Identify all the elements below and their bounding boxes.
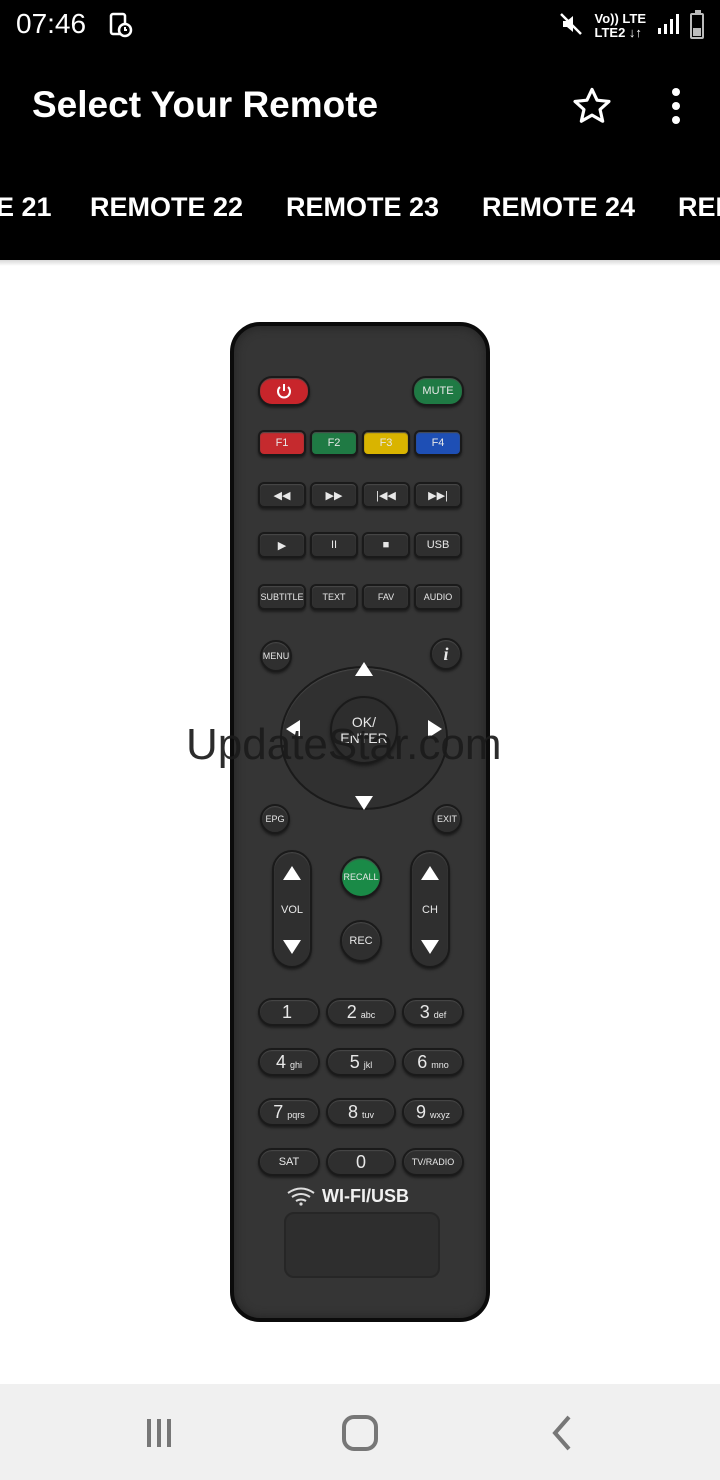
sat-button[interactable]: SAT [258, 1148, 320, 1176]
exit-button[interactable]: EXIT [432, 804, 462, 834]
play-button[interactable]: ▶ [258, 532, 306, 558]
back-icon [552, 1415, 571, 1451]
menu-button[interactable]: MENU [260, 640, 292, 672]
f2-button[interactable]: F2 [310, 430, 358, 456]
power-icon [277, 384, 291, 399]
network-label: Vo)) LTE LTE2 ↓↑ [594, 11, 646, 40]
num-8-button[interactable]: 8 tuv [326, 1098, 396, 1126]
star-outline-icon [573, 87, 611, 123]
dpad-down-icon[interactable] [355, 796, 373, 810]
previous-button[interactable]: |◀◀ [362, 482, 410, 508]
wifi-icon [287, 1187, 315, 1206]
pause-button[interactable]: II [310, 532, 358, 558]
usb-button[interactable]: USB [414, 532, 462, 558]
text-button[interactable]: TEXT [310, 584, 358, 610]
subtitle-button[interactable]: SUBTITLE [258, 584, 306, 610]
fav-button[interactable]: FAV [362, 584, 410, 610]
next-button[interactable]: ▶▶| [414, 482, 462, 508]
app-bar: Select Your Remote [0, 52, 720, 158]
remote-tabs: E 21 REMOTE 22 REMOTE 23 REMOTE 24 REM [0, 158, 720, 260]
wifi-usb-label: WI-FI/USB [286, 1184, 466, 1208]
num-6-button[interactable]: 6 mno [402, 1048, 464, 1076]
home-button[interactable] [335, 1408, 385, 1458]
overflow-menu-button[interactable] [656, 82, 696, 130]
num-4-button[interactable]: 4 ghi [258, 1048, 320, 1076]
recent-apps-button[interactable] [134, 1408, 184, 1458]
page-title: Select Your Remote [32, 84, 379, 125]
recall-button[interactable]: RECALL [340, 856, 382, 898]
remote-image: MUTE F1 F2 F3 F4 ◀◀ ▶▶ |◀◀ ▶▶| ▶ II ■ US… [230, 322, 490, 1322]
fast-forward-button[interactable]: ▶▶ [310, 482, 358, 508]
info-button[interactable]: i [430, 638, 462, 670]
status-bar: 07:46 Vo)) LTE LTE2 ↓↑ [0, 0, 720, 52]
favorite-button[interactable] [568, 82, 616, 130]
num-9-button[interactable]: 9 wxyz [402, 1098, 464, 1126]
channel-down-icon[interactable] [421, 940, 439, 954]
dpad-up-icon[interactable] [355, 662, 373, 676]
tab-remote-22[interactable]: REMOTE 22 [90, 192, 243, 223]
tab-remote-21[interactable]: E 21 [0, 192, 52, 223]
num-7-button[interactable]: 7 pqrs [258, 1098, 320, 1126]
epg-button[interactable]: EPG [260, 804, 290, 834]
status-time: 07:46 [16, 8, 87, 39]
tab-remote-25[interactable]: REM [678, 192, 720, 223]
volume-up-icon[interactable] [283, 866, 301, 880]
tv-radio-button[interactable]: TV/RADIO [402, 1148, 464, 1176]
recent-apps-icon [147, 1419, 171, 1447]
channel-rocker: CH [410, 850, 450, 968]
signal-icon [656, 12, 680, 41]
tab-remote-23[interactable]: REMOTE 23 [286, 192, 439, 223]
channel-label: CH [422, 904, 438, 916]
app-notification-icon [108, 12, 134, 38]
more-vert-icon [672, 88, 680, 124]
num-2-button[interactable]: 2 abc [326, 998, 396, 1026]
f3-button[interactable]: F3 [362, 430, 410, 456]
stop-button[interactable]: ■ [362, 532, 410, 558]
volume-label: VOL [280, 904, 303, 916]
power-button[interactable] [258, 376, 310, 406]
mute-icon [558, 11, 584, 42]
f1-button[interactable]: F1 [258, 430, 306, 456]
num-1-button[interactable]: 1 [258, 998, 320, 1026]
volume-down-icon[interactable] [283, 940, 301, 954]
channel-up-icon[interactable] [421, 866, 439, 880]
home-icon [342, 1415, 378, 1451]
back-button[interactable] [538, 1408, 588, 1458]
ir-window [284, 1212, 440, 1278]
num-5-button[interactable]: 5 jkl [326, 1048, 396, 1076]
navigation-bar [0, 1384, 720, 1480]
status-icons: Vo)) LTE LTE2 ↓↑ [558, 6, 704, 46]
mute-button[interactable]: MUTE [412, 376, 464, 406]
battery-icon [690, 10, 704, 39]
watermark: UpdateStar.com [186, 720, 502, 769]
num-0-button[interactable]: 0 [326, 1148, 396, 1176]
rec-button[interactable]: REC [340, 920, 382, 962]
audio-button[interactable]: AUDIO [414, 584, 462, 610]
num-3-button[interactable]: 3 def [402, 998, 464, 1026]
volume-rocker: VOL [272, 850, 312, 968]
tab-remote-24[interactable]: REMOTE 24 [482, 192, 635, 223]
rewind-button[interactable]: ◀◀ [258, 482, 306, 508]
f4-button[interactable]: F4 [414, 430, 462, 456]
